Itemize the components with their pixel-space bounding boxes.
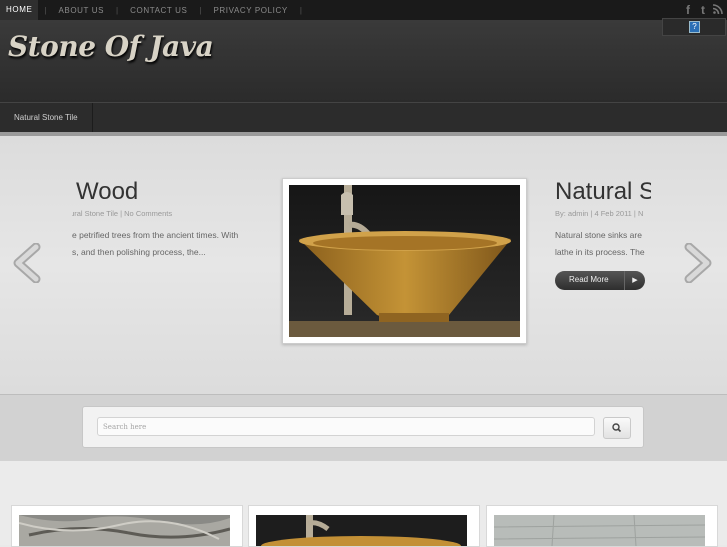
post-thumbnail[interactable]	[248, 505, 480, 547]
sink-photo	[256, 515, 467, 546]
search-icon	[612, 423, 622, 433]
read-more-label: Read More	[569, 275, 609, 284]
nav-privacy-policy[interactable]: PRIVACY POLICY	[207, 6, 293, 15]
play-arrow-icon: ▶	[624, 271, 645, 290]
stone-tile-photo	[494, 515, 705, 546]
search-input[interactable]: Search here	[97, 417, 595, 436]
nav-separator: |	[199, 5, 202, 15]
slider-next-arrow-icon[interactable]	[683, 242, 713, 284]
facebook-icon[interactable]: f	[683, 3, 693, 17]
site-logo[interactable]: Stone Of Java	[8, 30, 214, 63]
petrified-wood-photo	[19, 515, 230, 546]
slide-meta: tural Stone Tile | No Comments	[72, 209, 173, 218]
excerpt-line: e petrified trees from the ancient times…	[72, 230, 239, 240]
rss-icon[interactable]	[712, 3, 723, 17]
excerpt-line: lathe in its process. The	[555, 247, 645, 257]
top-nav: HOME | ABOUT US | CONTACT US | PRIVACY P…	[0, 0, 308, 20]
twitter-icon[interactable]: t	[698, 3, 708, 17]
post-thumbnail[interactable]	[11, 505, 243, 547]
header-widget: ?	[662, 18, 726, 36]
slide-excerpt: e petrified trees from the ancient times…	[72, 227, 282, 261]
slide-excerpt: Natural stone sinks are lathe in its pro…	[555, 227, 651, 261]
site-header: Stone Of Java	[0, 20, 727, 102]
question-icon[interactable]: ?	[689, 21, 700, 33]
nav-home[interactable]: HOME	[0, 0, 39, 20]
social-links: f t	[683, 3, 723, 17]
slider-prev-arrow-icon[interactable]	[12, 242, 42, 284]
slide-meta: By: admin | 4 Feb 2011 | N	[555, 209, 644, 218]
slide-prev: d Wood tural Stone Tile | No Comments e …	[72, 175, 282, 261]
category-bar: Natural Stone Tile	[0, 102, 727, 133]
nav-separator: |	[116, 5, 119, 15]
nav-separator: |	[44, 5, 47, 15]
post-thumbnail[interactable]	[486, 505, 718, 547]
excerpt-line: s, and then polishing process, the...	[72, 247, 206, 257]
search-button[interactable]	[603, 417, 631, 439]
read-more-button[interactable]: Read More ▶	[555, 271, 645, 290]
slide-next: Natural S By: admin | 4 Feb 2011 | N Nat…	[555, 175, 651, 261]
slide-title[interactable]: d Wood	[72, 175, 282, 209]
slide-title[interactable]: Natural S	[555, 175, 651, 209]
category-natural-stone-tile[interactable]: Natural Stone Tile	[0, 103, 93, 133]
nav-separator: |	[299, 5, 302, 15]
nav-about-us[interactable]: ABOUT US	[52, 6, 110, 15]
slide-image-frame[interactable]	[282, 178, 527, 344]
sink-photo	[289, 185, 520, 337]
nav-contact-us[interactable]: CONTACT US	[124, 6, 193, 15]
excerpt-line: Natural stone sinks are	[555, 230, 642, 240]
